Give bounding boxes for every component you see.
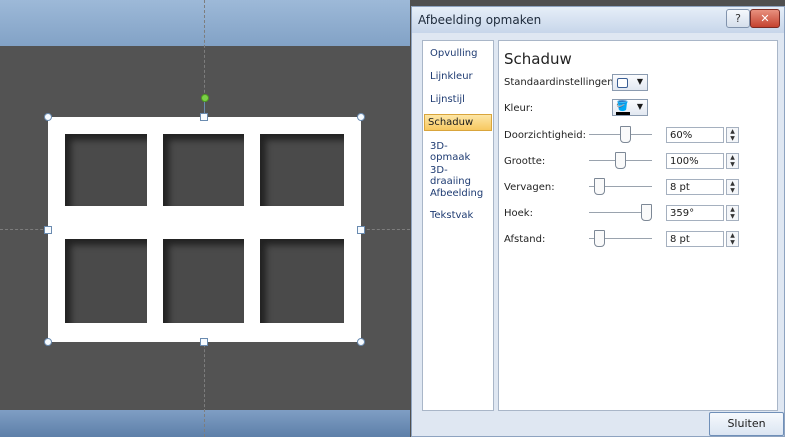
help-button[interactable]: ?	[726, 9, 750, 28]
blur-spinner[interactable]: ▲ ▼	[726, 179, 739, 195]
spin-down-icon[interactable]: ▼	[730, 187, 735, 194]
window-pane	[65, 134, 147, 206]
distance-input[interactable]: 8 pt	[666, 231, 724, 247]
spin-down-icon[interactable]: ▼	[730, 239, 735, 246]
slider-thumb[interactable]	[615, 152, 626, 169]
resize-handle-right[interactable]	[357, 226, 365, 234]
color-label: Kleur:	[504, 103, 534, 114]
transparency-input[interactable]: 60%	[666, 127, 724, 143]
window-pane	[163, 239, 244, 323]
resize-handle-top-right[interactable]	[357, 113, 365, 121]
slider-thumb[interactable]	[620, 126, 631, 143]
close-icon[interactable]: ✕	[750, 9, 780, 28]
slider-thumb[interactable]	[594, 178, 605, 195]
slider-thumb[interactable]	[594, 230, 605, 247]
spin-down-icon[interactable]: ▼	[730, 161, 735, 168]
nav-item-tekstvak[interactable]: Tekstvak	[427, 208, 487, 223]
dialog-title: Afbeelding opmaken	[418, 13, 542, 27]
resize-handle-bottom[interactable]	[200, 338, 208, 346]
spin-up-icon[interactable]: ▲	[730, 232, 735, 239]
resize-handle-left[interactable]	[44, 226, 52, 234]
shadow-preset-icon	[617, 78, 628, 88]
nav-item-opvulling[interactable]: Opvulling	[427, 46, 487, 61]
slide-top-area	[0, 0, 410, 46]
nav-item-lijnkleur[interactable]: Lijnkleur	[427, 69, 487, 84]
angle-input[interactable]: 359°	[666, 205, 724, 221]
angle-spinner[interactable]: ▲ ▼	[726, 205, 739, 221]
rotation-handle[interactable]	[201, 94, 209, 102]
transparency-label: Doorzichtigheid:	[504, 130, 586, 141]
distance-slider[interactable]	[589, 230, 652, 247]
resize-handle-top[interactable]	[200, 113, 208, 121]
color-swatch	[616, 112, 630, 115]
angle-slider[interactable]	[589, 204, 652, 221]
color-dropdown[interactable]: 🪣 ▼	[612, 99, 648, 116]
window-pane	[260, 239, 344, 323]
angle-label: Hoek:	[504, 208, 533, 219]
slider-thumb[interactable]	[641, 204, 652, 221]
distance-label: Afstand:	[504, 234, 546, 245]
preset-label: Standaardinstellingen:	[504, 77, 617, 88]
spin-up-icon[interactable]: ▲	[730, 154, 735, 161]
distance-spinner[interactable]: ▲ ▼	[726, 231, 739, 247]
nav-item-3d-opmaak[interactable]: 3D-opmaak	[427, 139, 487, 165]
resize-handle-bottom-right[interactable]	[357, 338, 365, 346]
size-input[interactable]: 100%	[666, 153, 724, 169]
chevron-down-icon: ▼	[636, 77, 643, 86]
chevron-down-icon: ▼	[636, 102, 643, 111]
shadow-panel: Schaduw Standaardinstellingen: ▼ Kleur: …	[498, 40, 778, 411]
nav-item-lijnstijl[interactable]: Lijnstijl	[427, 92, 487, 107]
resize-handle-top-left[interactable]	[44, 113, 52, 121]
paint-bucket-icon: 🪣	[616, 101, 629, 112]
size-slider[interactable]	[589, 152, 652, 169]
blur-label: Vervagen:	[504, 182, 555, 193]
size-spinner[interactable]: ▲ ▼	[726, 153, 739, 169]
size-label: Grootte:	[504, 156, 546, 167]
transparency-spinner[interactable]: ▲ ▼	[726, 127, 739, 143]
dialog-titlebar[interactable]: Afbeelding opmaken ? ✕	[412, 7, 784, 33]
spin-down-icon[interactable]: ▼	[730, 135, 735, 142]
spin-up-icon[interactable]: ▲	[730, 206, 735, 213]
close-button[interactable]: Sluiten	[709, 412, 784, 436]
window-pane	[65, 239, 147, 323]
blur-slider[interactable]	[589, 178, 652, 195]
blur-input[interactable]: 8 pt	[666, 179, 724, 195]
resize-handle-bottom-left[interactable]	[44, 338, 52, 346]
format-picture-dialog: Afbeelding opmaken ? ✕ Opvulling Lijnkle…	[411, 6, 785, 437]
window-pane	[260, 134, 344, 206]
selected-picture[interactable]	[48, 117, 361, 342]
nav-item-schaduw[interactable]: Schaduw	[424, 114, 492, 131]
preset-dropdown[interactable]: ▼	[612, 74, 648, 91]
section-title: Schaduw	[504, 50, 572, 68]
spin-down-icon[interactable]: ▼	[730, 213, 735, 220]
category-list: Opvulling Lijnkleur Lijnstijl Schaduw 3D…	[422, 40, 494, 411]
transparency-slider[interactable]	[589, 126, 652, 143]
slide-bottom-area	[0, 410, 410, 437]
spin-up-icon[interactable]: ▲	[730, 180, 735, 187]
spin-up-icon[interactable]: ▲	[730, 128, 735, 135]
window-pane	[163, 134, 244, 206]
nav-item-afbeelding[interactable]: Afbeelding	[427, 186, 487, 201]
